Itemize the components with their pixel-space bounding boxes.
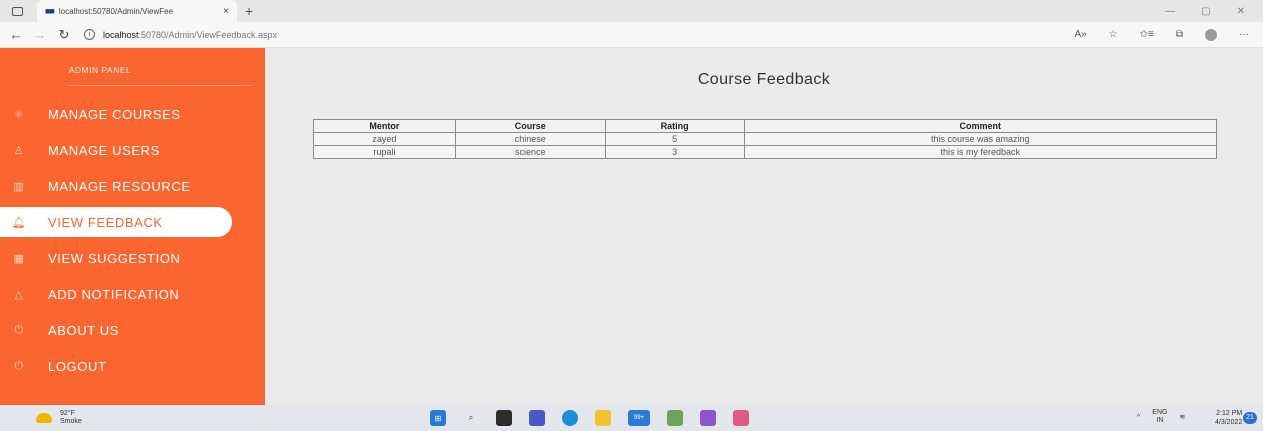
course-cell: chinese bbox=[454, 132, 606, 146]
browser-toolbar: A» ☆ ✩≡ ⧉ ··· bbox=[1074, 28, 1263, 41]
sidebar-item-view-feedback[interactable]: 🔔︎ VIEW FEEDBACK bbox=[0, 207, 232, 237]
sidebar-item-label: LOGOUT bbox=[48, 358, 107, 374]
sidebar-item-manage-courses[interactable]: ⚛ MANAGE COURSES bbox=[0, 99, 181, 129]
column-header-rating: Rating bbox=[604, 119, 745, 133]
calendar-icon: ▦ bbox=[13, 252, 25, 265]
url-path: :50780/Admin/ViewFeedback.aspx bbox=[138, 29, 277, 40]
column-header-comment: Comment bbox=[743, 119, 1218, 133]
close-tab-icon[interactable]: × bbox=[223, 6, 229, 17]
weather-icon bbox=[36, 413, 52, 423]
mentor-cell: rupali bbox=[313, 145, 456, 159]
chevron-up-icon[interactable]: ^ bbox=[1137, 414, 1140, 421]
rating-cell: 5 bbox=[604, 132, 745, 146]
sidebar-item-manage-users[interactable]: ♙ MANAGE USERS bbox=[0, 135, 160, 165]
table-row: zayed chinese 5 this course was amazing bbox=[313, 132, 1218, 146]
file-explorer-icon[interactable] bbox=[595, 410, 611, 426]
read-aloud-icon[interactable]: A» bbox=[1074, 29, 1086, 40]
rating-cell: 3 bbox=[604, 145, 745, 159]
sidebar-item-label: MANAGE COURSES bbox=[48, 106, 181, 122]
power-icon: ⏻ bbox=[14, 359, 24, 372]
close-window-icon[interactable]: ✕ bbox=[1237, 6, 1245, 17]
weather-condition: Smoke bbox=[60, 418, 82, 425]
pinned-app-icon[interactable] bbox=[733, 410, 749, 426]
language-indicator[interactable]: ENG IN bbox=[1152, 409, 1167, 425]
app-icon[interactable] bbox=[667, 410, 683, 426]
favorite-icon[interactable]: ☆ bbox=[1109, 29, 1118, 40]
favorites-list-icon[interactable]: ✩≡ bbox=[1140, 29, 1154, 40]
task-view-icon[interactable] bbox=[496, 410, 512, 426]
start-icon[interactable]: ⊞ bbox=[430, 410, 446, 426]
atom-icon: ⚛ bbox=[13, 108, 25, 121]
more-options-icon[interactable]: ··· bbox=[1239, 29, 1249, 40]
sidebar-item-about-us[interactable]: ⏻ ABOUT US bbox=[0, 315, 119, 345]
admin-panel-title: ADMIN PANEL bbox=[68, 65, 132, 75]
mail-badge: 99+ bbox=[633, 415, 645, 421]
chat-icon[interactable] bbox=[529, 410, 545, 426]
sidebar-item-label: VIEW FEEDBACK bbox=[48, 214, 163, 230]
url-field[interactable]: i localhost:50780/Admin/ViewFeedback.asp… bbox=[84, 29, 277, 40]
main-content: Course Feedback Mentor Course Rating Com… bbox=[265, 48, 1263, 405]
sidebar-divider bbox=[68, 85, 252, 86]
comment-cell: this course was amazing bbox=[743, 132, 1218, 146]
minimize-icon[interactable]: — bbox=[1165, 6, 1175, 17]
notification-badge[interactable]: 21 bbox=[1243, 412, 1257, 424]
power-icon: ⏻ bbox=[14, 323, 24, 336]
windows-taskbar: 92°F Smoke ⊞ ⌕ 99+ ^ ENG IN ≋ 2:12 PM 4/… bbox=[0, 405, 1263, 431]
column-header-course: Course bbox=[454, 119, 606, 133]
favicon-icon: ■■ bbox=[45, 6, 55, 16]
forward-icon[interactable]: → bbox=[28, 27, 52, 42]
clock[interactable]: 2:12 PM 4/3/2022 bbox=[1215, 409, 1242, 427]
course-cell: science bbox=[454, 145, 606, 159]
info-icon[interactable]: i bbox=[84, 29, 95, 40]
refresh-icon[interactable]: ↻ bbox=[52, 27, 76, 43]
sidebar-item-logout[interactable]: ⏻ LOGOUT bbox=[0, 351, 107, 381]
wifi-icon[interactable]: ≋ bbox=[1179, 413, 1185, 421]
tab-actions-icon[interactable] bbox=[12, 6, 23, 16]
mail-icon[interactable]: 99+ bbox=[628, 410, 650, 426]
mentor-cell: zayed bbox=[313, 132, 456, 146]
search-icon[interactable]: ⌕ bbox=[463, 410, 479, 426]
browser-tab-strip: ■■ localhost:50780/Admin/ViewFee × + — ▢… bbox=[0, 0, 1263, 22]
region-label: IN bbox=[1156, 417, 1164, 424]
sidebar-item-label: ADD NOTIFICATION bbox=[48, 286, 180, 302]
sidebar-item-label: MANAGE RESOURCE bbox=[48, 178, 191, 194]
sidebar-item-add-notification[interactable]: △ ADD NOTIFICATION bbox=[0, 279, 179, 309]
admin-sidebar: ADMIN PANEL ⚛ MANAGE COURSES ♙ MANAGE US… bbox=[0, 48, 265, 405]
tab-title: localhost:50780/Admin/ViewFee bbox=[58, 6, 174, 16]
bell-icon: △ bbox=[14, 288, 24, 301]
sidebar-item-view-suggestion[interactable]: ▦ VIEW SUGGESTION bbox=[0, 243, 181, 273]
user-icon: ♙ bbox=[13, 144, 25, 157]
maximize-icon[interactable]: ▢ bbox=[1201, 6, 1210, 17]
clock-date: 4/3/2022 bbox=[1215, 419, 1243, 426]
clock-time: 2:12 PM bbox=[1216, 410, 1243, 417]
sidebar-item-manage-resource[interactable]: ▥ MANAGE RESOURCE bbox=[0, 171, 191, 201]
page-title: Course Feedback bbox=[697, 71, 831, 88]
collections-icon[interactable]: ⧉ bbox=[1176, 29, 1183, 40]
system-tray: ^ ENG IN ≋ bbox=[1137, 409, 1185, 425]
language-label: ENG bbox=[1152, 409, 1168, 416]
edge-icon[interactable] bbox=[562, 410, 578, 426]
weather-widget[interactable]: 92°F Smoke bbox=[36, 410, 82, 426]
new-tab-button[interactable]: + bbox=[245, 3, 253, 19]
sidebar-item-label: MANAGE USERS bbox=[48, 142, 160, 158]
sidebar-item-label: ABOUT US bbox=[48, 322, 120, 338]
table-row: rupali science 3 this is my feredback bbox=[313, 145, 1218, 159]
bell-icon: 🔔︎ bbox=[11, 216, 27, 229]
sidebar-item-label: VIEW SUGGESTION bbox=[48, 250, 181, 266]
comment-cell: this is my feredback bbox=[743, 145, 1218, 159]
url-host: localhost bbox=[103, 29, 139, 40]
column-header-mentor: Mentor bbox=[313, 119, 456, 133]
address-bar: ← → ↻ i localhost:50780/Admin/ViewFeedba… bbox=[0, 22, 1263, 48]
weather-temp: 92°F bbox=[60, 410, 75, 417]
table-header-row: Mentor Course Rating Comment bbox=[313, 119, 1218, 133]
feedback-table: Mentor Course Rating Comment zayed chine… bbox=[313, 119, 1218, 159]
back-icon[interactable]: ← bbox=[4, 27, 28, 42]
taskbar-apps: ⊞ ⌕ 99+ bbox=[430, 410, 749, 426]
book-icon: ▥ bbox=[13, 180, 25, 193]
profile-avatar[interactable] bbox=[1205, 28, 1217, 41]
browser-tab[interactable]: ■■ localhost:50780/Admin/ViewFee × bbox=[37, 0, 237, 22]
window-controls: — ▢ ✕ bbox=[1165, 6, 1263, 17]
visual-studio-icon[interactable] bbox=[700, 410, 716, 426]
